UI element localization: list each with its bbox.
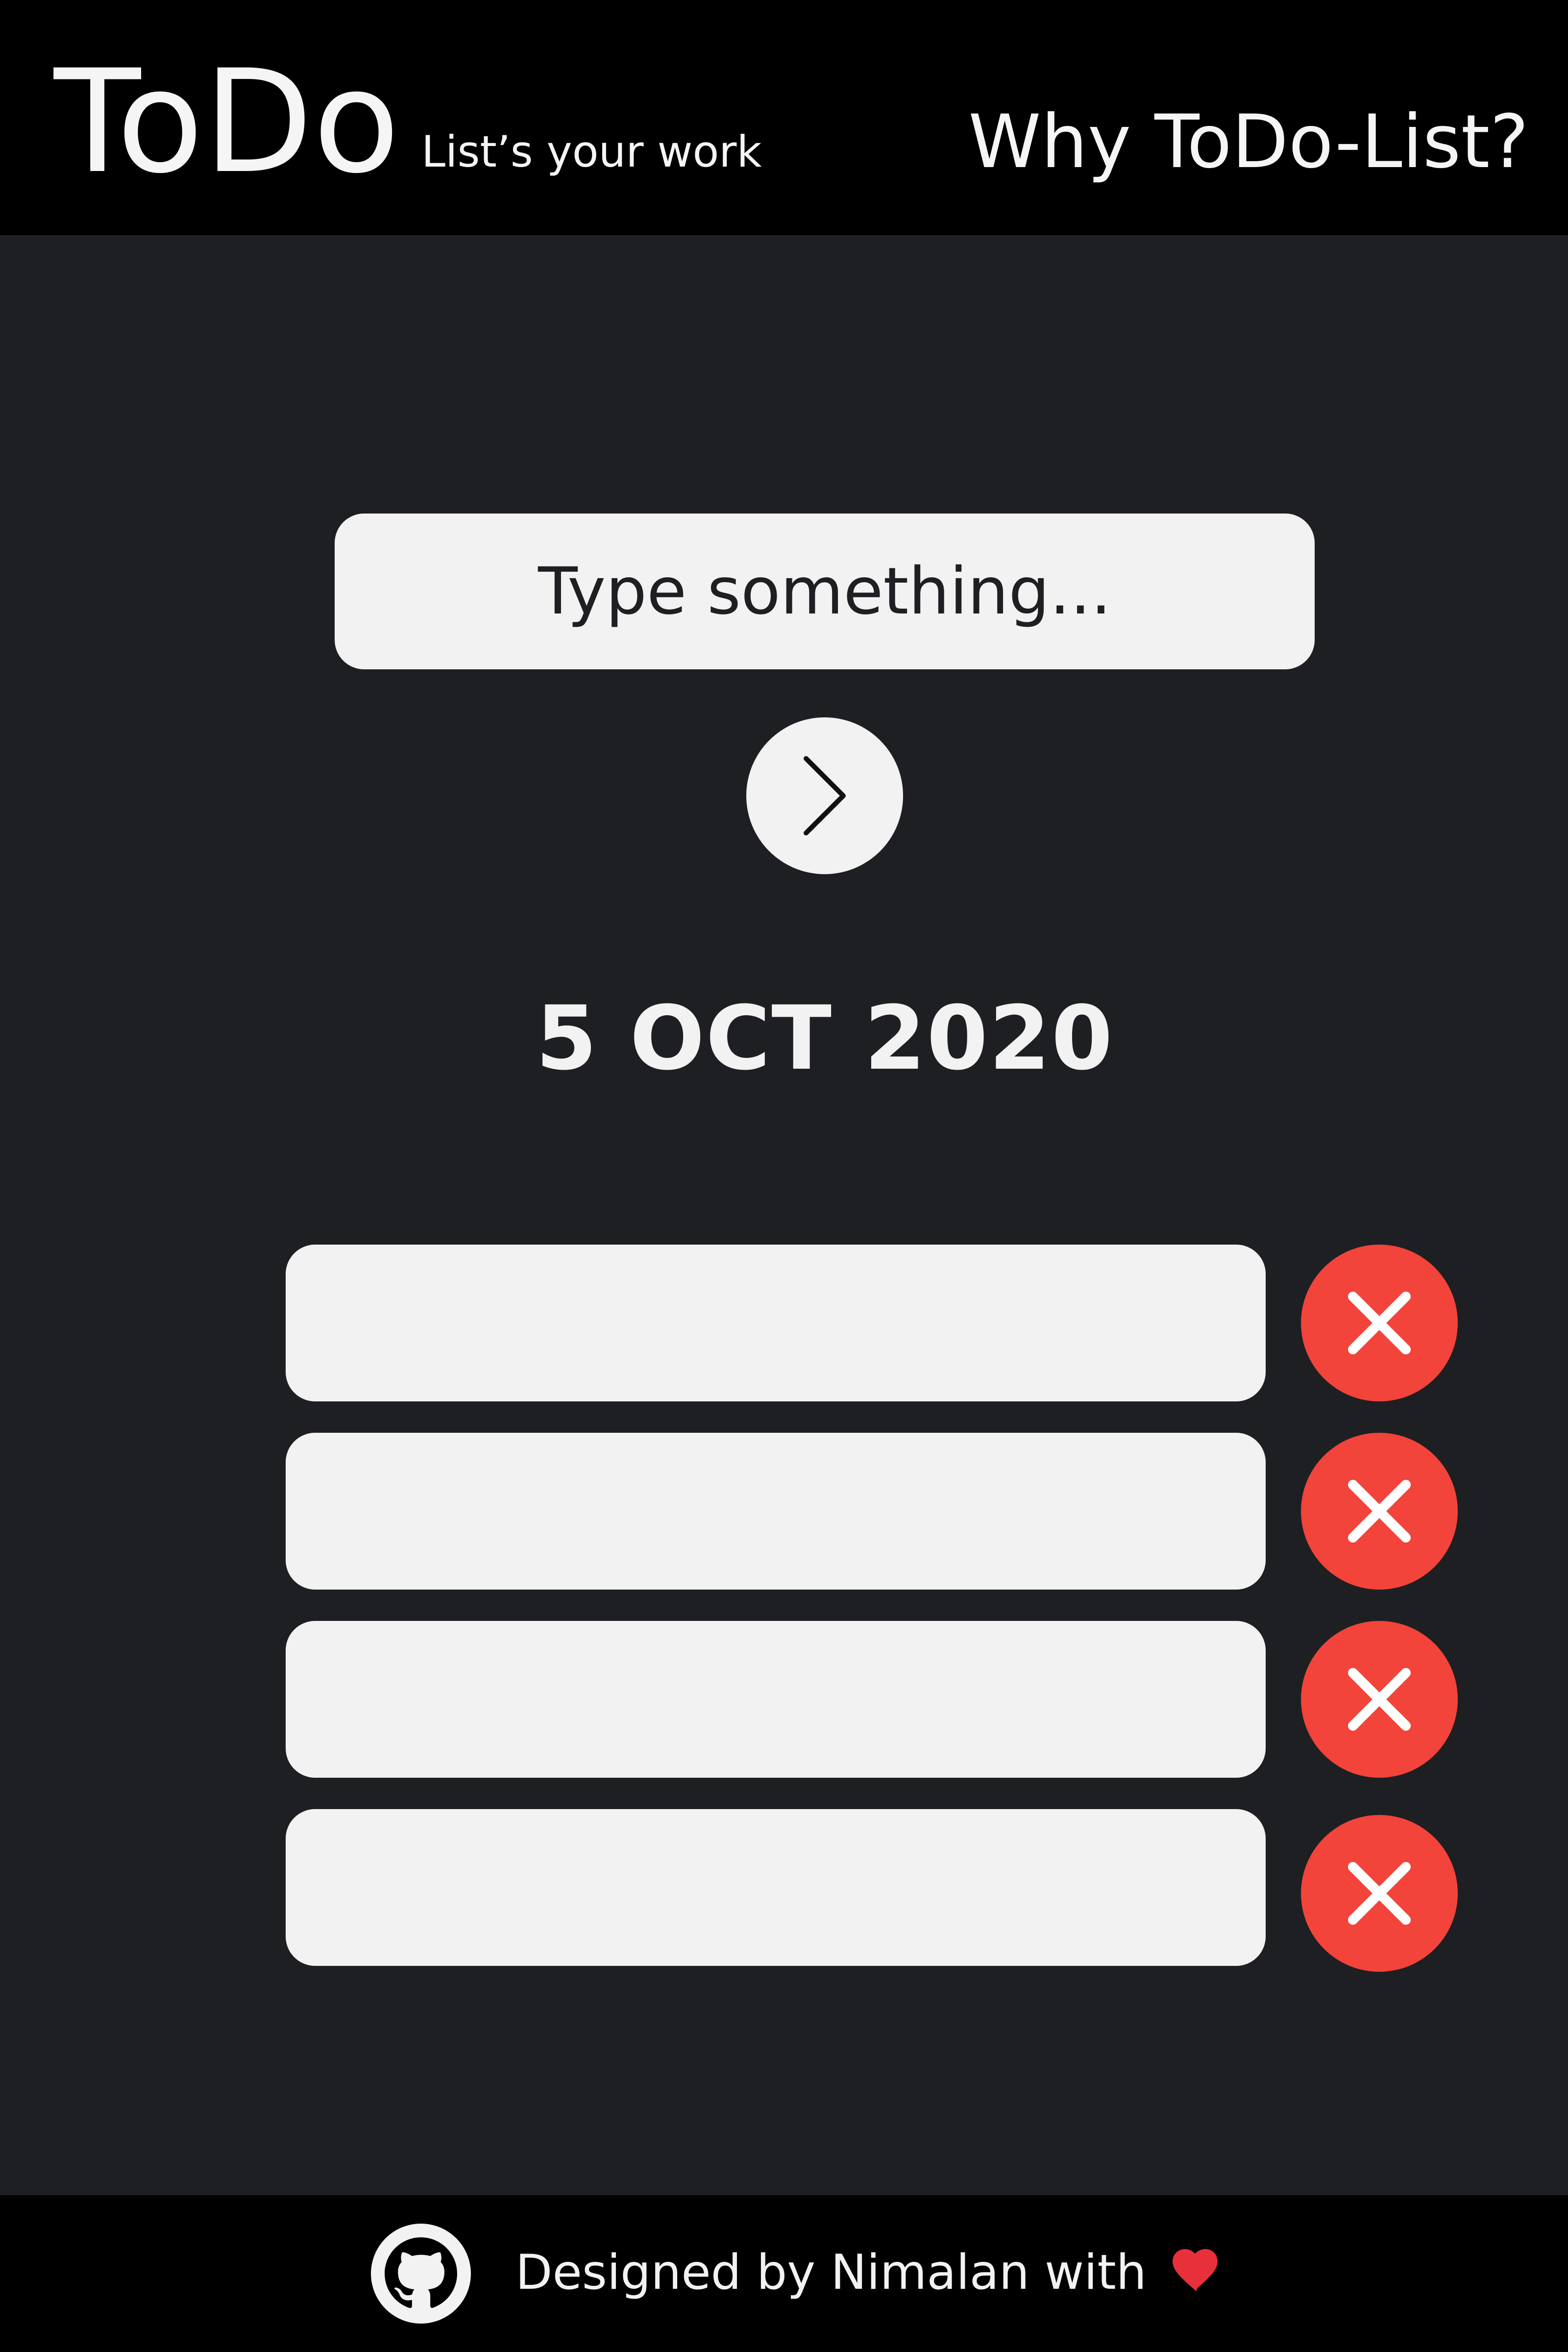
add-task-button[interactable] <box>746 717 903 874</box>
footer-credit-text: Designed by Nimalan with <box>515 2245 1147 2301</box>
app-title: ToDo <box>54 40 400 205</box>
close-icon <box>1348 1480 1411 1543</box>
chevron-right-icon <box>804 756 846 835</box>
why-todo-list-link[interactable]: Why ToDo-List? <box>968 98 1529 186</box>
close-icon <box>1348 1668 1411 1731</box>
heart-icon <box>1173 2249 1218 2291</box>
close-icon <box>1348 1862 1411 1925</box>
todo-item[interactable] <box>286 1809 1266 1966</box>
todo-item[interactable] <box>286 1621 1266 1778</box>
app-header: ToDo List’s your work Why ToDo-List? <box>0 0 1568 235</box>
todo-item[interactable] <box>286 1433 1266 1590</box>
close-icon <box>1348 1292 1411 1354</box>
delete-task-button[interactable] <box>1301 1815 1458 1972</box>
todo-item[interactable] <box>286 1245 1266 1401</box>
current-date: 5 OCT 2020 <box>536 987 1114 1090</box>
footer-credit: Designed by Nimalan with <box>515 2243 1221 2302</box>
delete-task-button[interactable] <box>1301 1433 1458 1590</box>
app-tagline: List’s your work <box>421 126 762 177</box>
delete-task-button[interactable] <box>1301 1621 1458 1778</box>
github-icon[interactable] <box>371 2224 471 2324</box>
delete-task-button[interactable] <box>1301 1245 1458 1401</box>
task-input[interactable] <box>335 514 1315 669</box>
